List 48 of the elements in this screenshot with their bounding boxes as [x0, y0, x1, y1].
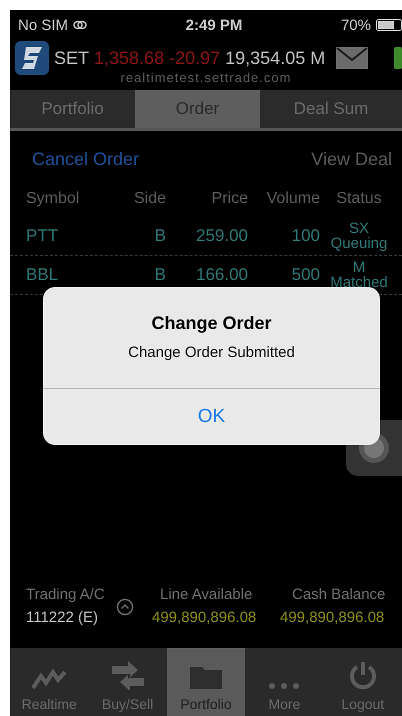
- index-change: -20.97: [169, 48, 220, 68]
- price-cell-text: 166.00: [195, 265, 248, 285]
- dialog-message: Change Order Submitted: [128, 344, 295, 361]
- account-label: Trading A/C: [26, 586, 106, 603]
- index-name: SET: [54, 48, 90, 68]
- power-icon: [348, 660, 377, 690]
- volume-cell-text: 100: [290, 226, 320, 246]
- cash-balance-value: 499,890,896.08: [280, 609, 386, 626]
- symbol-cell-text: PTT: [26, 226, 60, 246]
- exchange-arrows-icon: [110, 660, 146, 690]
- volume-cell-text: 500: [290, 265, 320, 285]
- bottom-tab[interactable]: Portfolio: [166, 648, 246, 716]
- column-header: Status: [335, 190, 383, 208]
- account-number: 111222 (E): [26, 609, 99, 626]
- clock: 2:49 PM: [186, 16, 242, 34]
- line-chart-icon: [31, 668, 68, 690]
- ok-button[interactable]: OK: [43, 389, 380, 445]
- more-dots-icon: [268, 682, 300, 690]
- link-icon: [73, 20, 88, 30]
- status-indicator-icon: [394, 47, 402, 69]
- view-deal-link[interactable]: View Deal: [311, 149, 392, 173]
- folder-icon: [188, 664, 223, 690]
- symbol-cell-text: BBL: [26, 265, 60, 285]
- status-code: M: [352, 260, 366, 275]
- column-header: Symbol: [26, 190, 80, 208]
- line-available-value: 499,890,896.08: [152, 609, 258, 626]
- battery-percent: 70%: [340, 16, 371, 34]
- price-cell-text: 259.00: [195, 226, 248, 246]
- server-address: realtimetest.settrade.com: [120, 70, 292, 85]
- status-label: Queuing: [330, 236, 388, 251]
- cash-balance-label: Cash Balance: [291, 586, 386, 603]
- cancel-order-link[interactable]: Cancel Order: [32, 149, 140, 173]
- column-header: Volume: [266, 190, 320, 208]
- side-cell-text: B: [154, 226, 166, 246]
- status-label: Matched: [330, 275, 388, 290]
- column-header: Side: [132, 190, 166, 208]
- battery-icon: [376, 19, 402, 31]
- index-value: 1,358.68: [94, 48, 164, 68]
- side-cell-text: B: [154, 265, 166, 285]
- app-logo: [15, 41, 49, 75]
- dialog-title: Change Order: [151, 313, 272, 334]
- mail-icon[interactable]: [336, 47, 368, 69]
- chevron-up-icon[interactable]: [116, 598, 134, 616]
- column-header: Price: [210, 190, 248, 208]
- line-available-label: Line Available: [159, 586, 254, 603]
- carrier-label: No SIM: [18, 16, 88, 34]
- index-volume: 19,354.05 M: [225, 48, 326, 68]
- status-code: SX: [348, 221, 369, 236]
